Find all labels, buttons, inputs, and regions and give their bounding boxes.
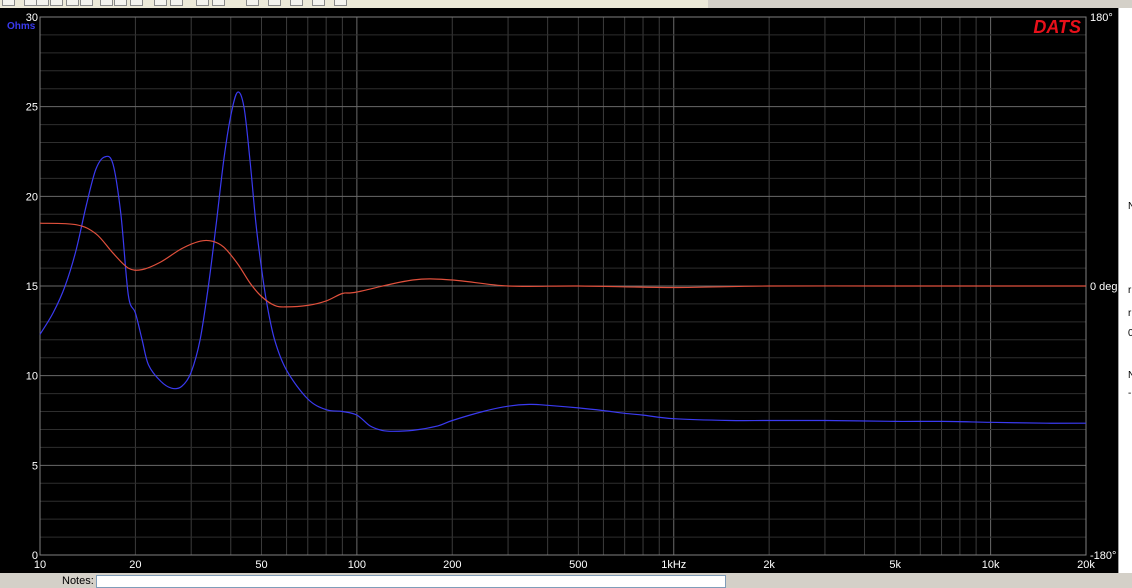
notes-label: Notes:: [62, 575, 94, 587]
y-tick-label: 0: [32, 550, 38, 562]
y2-tick-label: -180°: [1090, 550, 1116, 562]
x-tick-label: 10k: [982, 559, 1000, 571]
toolbar-button[interactable]: [334, 0, 347, 6]
x-tick-label: 20: [129, 559, 141, 571]
toolbar-button[interactable]: [312, 0, 325, 6]
toolbar-button[interactable]: [196, 0, 209, 6]
x-tick-label: 200: [443, 559, 461, 571]
toolbar-button[interactable]: [246, 0, 259, 6]
y2-tick-label: 180°: [1090, 12, 1113, 24]
side-panel-char: r: [1128, 285, 1132, 296]
toolbar-button[interactable]: [130, 0, 143, 6]
y-tick-label: 25: [26, 102, 38, 114]
toolbar-button[interactable]: [212, 0, 225, 6]
toolbar-button[interactable]: [268, 0, 281, 6]
right-side-panel: Nr r 0 N -: [1118, 8, 1132, 573]
toolbar-button[interactable]: [290, 0, 303, 6]
toolbar-button[interactable]: [154, 0, 167, 6]
side-panel-char: N: [1128, 201, 1132, 212]
y-tick-label: 5: [32, 460, 38, 472]
x-tick-label: 5k: [889, 559, 901, 571]
x-tick-label: 100: [348, 559, 366, 571]
y-tick-label: 15: [26, 281, 38, 293]
toolbar-button[interactable]: [66, 0, 79, 6]
toolbar-button[interactable]: [50, 0, 63, 6]
side-panel-char: r: [1128, 308, 1132, 319]
chart: 10 20 50 100 200 500 1kHz 2k 5k 10k 20k05101520253…: [0, 8, 1118, 573]
side-panel-char: -: [1128, 388, 1132, 399]
side-panel-char: N: [1128, 370, 1132, 381]
y-tick-label: 10: [26, 371, 38, 383]
x-tick-label: 1kHz: [661, 559, 686, 571]
y-axis-label: Ohms: [7, 21, 36, 32]
notes-bar: Notes:: [0, 573, 1132, 588]
dats-logo: DATS: [1033, 17, 1081, 37]
toolbar-button[interactable]: [2, 0, 15, 6]
toolbar-button[interactable]: [100, 0, 113, 6]
notes-input[interactable]: [96, 575, 726, 588]
side-panel-char: 0: [1128, 328, 1132, 339]
x-tick-label: 500: [569, 559, 587, 571]
toolbar-button[interactable]: [36, 0, 49, 6]
y2-tick-label: 0 deg: [1090, 281, 1118, 293]
x-tick-label: 50: [255, 559, 267, 571]
x-tick-label: 2k: [763, 559, 775, 571]
toolbar-button[interactable]: [170, 0, 183, 6]
y-tick-label: 20: [26, 191, 38, 203]
toolbar-button[interactable]: [80, 0, 93, 6]
toolbar-button[interactable]: [114, 0, 127, 6]
